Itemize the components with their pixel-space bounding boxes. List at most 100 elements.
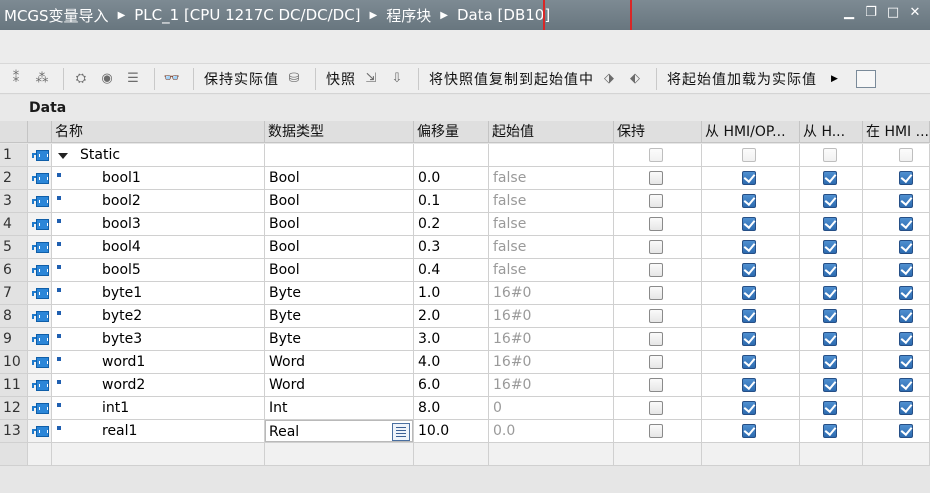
hmi-write-checkbox[interactable] xyxy=(823,286,837,300)
datatype-input[interactable]: Real xyxy=(265,420,413,442)
datatype-cell[interactable] xyxy=(265,144,414,167)
breadcrumb-program-blocks[interactable]: 程序块 xyxy=(386,5,431,26)
table-row[interactable]: 7 byte1 Byte 1.0 16#0 xyxy=(0,282,930,305)
columns-icon[interactable]: ☰ xyxy=(122,69,144,89)
start-value-cell[interactable]: false xyxy=(489,190,614,213)
hmi-access-checkbox[interactable] xyxy=(742,355,756,369)
table-row[interactable]: 8 byte2 Byte 2.0 16#0 xyxy=(0,305,930,328)
header-name[interactable]: 名称 xyxy=(52,121,265,143)
hmi-visible-checkbox[interactable] xyxy=(899,401,913,415)
hmi-access-checkbox[interactable] xyxy=(742,148,756,162)
retain-checkbox[interactable] xyxy=(649,217,663,231)
snapshot-load-icon[interactable]: ⇩ xyxy=(386,69,408,89)
datatype-cell[interactable] xyxy=(265,443,414,466)
minimize-icon[interactable]: ▁ xyxy=(840,3,858,21)
header-datatype[interactable]: 数据类型 xyxy=(265,121,414,143)
hmi-visible-checkbox[interactable] xyxy=(899,194,913,208)
toolbar-overflow-icon[interactable]: ▶ xyxy=(831,74,838,84)
load-start-as-actual-button[interactable]: 将起始值加载为实际值 xyxy=(663,69,821,89)
table-row[interactable]: 1 Static xyxy=(0,144,930,167)
interface-icon[interactable] xyxy=(855,69,876,88)
name-cell[interactable]: word1 xyxy=(52,351,265,374)
start-value-cell[interactable] xyxy=(489,443,614,466)
retain-checkbox[interactable] xyxy=(649,355,663,369)
start-value-cell[interactable]: 16#0 xyxy=(489,328,614,351)
start-value-cell[interactable]: 16#0 xyxy=(489,282,614,305)
copy-snapshot-to-start-button[interactable]: 将快照值复制到起始值中 xyxy=(425,69,598,89)
hmi-write-checkbox[interactable] xyxy=(823,240,837,254)
hmi-access-checkbox[interactable] xyxy=(742,217,756,231)
name-cell[interactable]: byte1 xyxy=(52,282,265,305)
hmi-access-checkbox[interactable] xyxy=(742,401,756,415)
datatype-cell[interactable]: Byte xyxy=(265,305,414,328)
hmi-visible-checkbox[interactable] xyxy=(899,355,913,369)
datatype-cell[interactable]: Bool xyxy=(265,213,414,236)
snapshot-db-icon[interactable]: ⛁ xyxy=(283,69,305,89)
datatype-cell[interactable]: Int xyxy=(265,397,414,420)
snapshot-copy-icon[interactable]: ⇲ xyxy=(360,69,382,89)
name-cell[interactable]: word2 xyxy=(52,374,265,397)
datatype-cell[interactable]: Bool xyxy=(265,190,414,213)
retain-checkbox[interactable] xyxy=(649,424,663,438)
name-cell[interactable] xyxy=(52,443,265,466)
hmi-write-checkbox[interactable] xyxy=(823,401,837,415)
insert-row-icon[interactable]: ⁑ xyxy=(5,69,27,89)
start-value-cell[interactable]: 16#0 xyxy=(489,351,614,374)
hmi-visible-checkbox[interactable] xyxy=(899,148,913,162)
hmi-write-checkbox[interactable] xyxy=(823,332,837,346)
retain-checkbox[interactable] xyxy=(649,309,663,323)
hmi-access-checkbox[interactable] xyxy=(742,309,756,323)
datatype-list-icon[interactable] xyxy=(392,423,410,441)
start-copy-icon[interactable]: ⬖ xyxy=(624,69,646,89)
add-row-icon[interactable]: ⁂ xyxy=(31,69,53,89)
retain-checkbox[interactable] xyxy=(649,148,663,162)
start-value-cell[interactable]: 16#0 xyxy=(489,305,614,328)
datatype-cell[interactable]: Word xyxy=(265,351,414,374)
hmi-write-checkbox[interactable] xyxy=(823,355,837,369)
retain-checkbox[interactable] xyxy=(649,194,663,208)
datatype-cell[interactable]: Byte xyxy=(265,282,414,305)
hmi-write-checkbox[interactable] xyxy=(823,194,837,208)
table-row[interactable]: 12 int1 Int 8.0 0 xyxy=(0,397,930,420)
hmi-write-checkbox[interactable] xyxy=(823,424,837,438)
hmi-write-checkbox[interactable] xyxy=(823,309,837,323)
datatype-cell[interactable]: Word xyxy=(265,374,414,397)
hmi-access-checkbox[interactable] xyxy=(742,332,756,346)
table-row[interactable]: 11 word2 Word 6.0 16#0 xyxy=(0,374,930,397)
expand-icon[interactable]: ⛭ xyxy=(70,69,92,89)
header-hmi-access[interactable]: 从 HMI/OP... xyxy=(702,121,800,143)
breadcrumb-project[interactable]: MCGS变量导入 xyxy=(4,5,109,26)
retain-checkbox[interactable] xyxy=(649,332,663,346)
datatype-cell[interactable]: Byte xyxy=(265,328,414,351)
hmi-access-checkbox[interactable] xyxy=(742,240,756,254)
add-new-row[interactable] xyxy=(0,443,930,466)
table-row[interactable]: 9 byte3 Byte 3.0 16#0 xyxy=(0,328,930,351)
hmi-visible-checkbox[interactable] xyxy=(899,217,913,231)
start-value-cell[interactable]: false xyxy=(489,259,614,282)
start-value-cell[interactable]: 16#0 xyxy=(489,374,614,397)
table-row[interactable]: 5 bool4 Bool 0.3 false xyxy=(0,236,930,259)
header-offset[interactable]: 偏移量 xyxy=(414,121,489,143)
datatype-cell[interactable]: Real xyxy=(265,420,414,443)
hmi-write-checkbox[interactable] xyxy=(823,263,837,277)
database-icon[interactable]: ◉ xyxy=(96,69,118,89)
start-value-cell[interactable]: false xyxy=(489,236,614,259)
hmi-visible-checkbox[interactable] xyxy=(899,286,913,300)
header-start-value[interactable]: 起始值 xyxy=(489,121,614,143)
table-row[interactable]: 10 word1 Word 4.0 16#0 xyxy=(0,351,930,374)
hmi-visible-checkbox[interactable] xyxy=(899,424,913,438)
hmi-write-checkbox[interactable] xyxy=(823,171,837,185)
name-cell[interactable]: byte2 xyxy=(52,305,265,328)
hmi-access-checkbox[interactable] xyxy=(742,171,756,185)
hmi-write-checkbox[interactable] xyxy=(823,378,837,392)
hmi-visible-checkbox[interactable] xyxy=(899,378,913,392)
name-cell[interactable]: int1 xyxy=(52,397,265,420)
start-load-icon[interactable]: ⬗ xyxy=(598,69,620,89)
hmi-access-checkbox[interactable] xyxy=(742,424,756,438)
name-cell[interactable]: real1 xyxy=(52,420,265,443)
table-row[interactable]: 13 real1 Real 10.0 0.0 xyxy=(0,420,930,443)
header-hmi-write[interactable]: 从 H... xyxy=(800,121,863,143)
hmi-visible-checkbox[interactable] xyxy=(899,332,913,346)
retain-checkbox[interactable] xyxy=(649,401,663,415)
start-value-cell[interactable]: false xyxy=(489,213,614,236)
